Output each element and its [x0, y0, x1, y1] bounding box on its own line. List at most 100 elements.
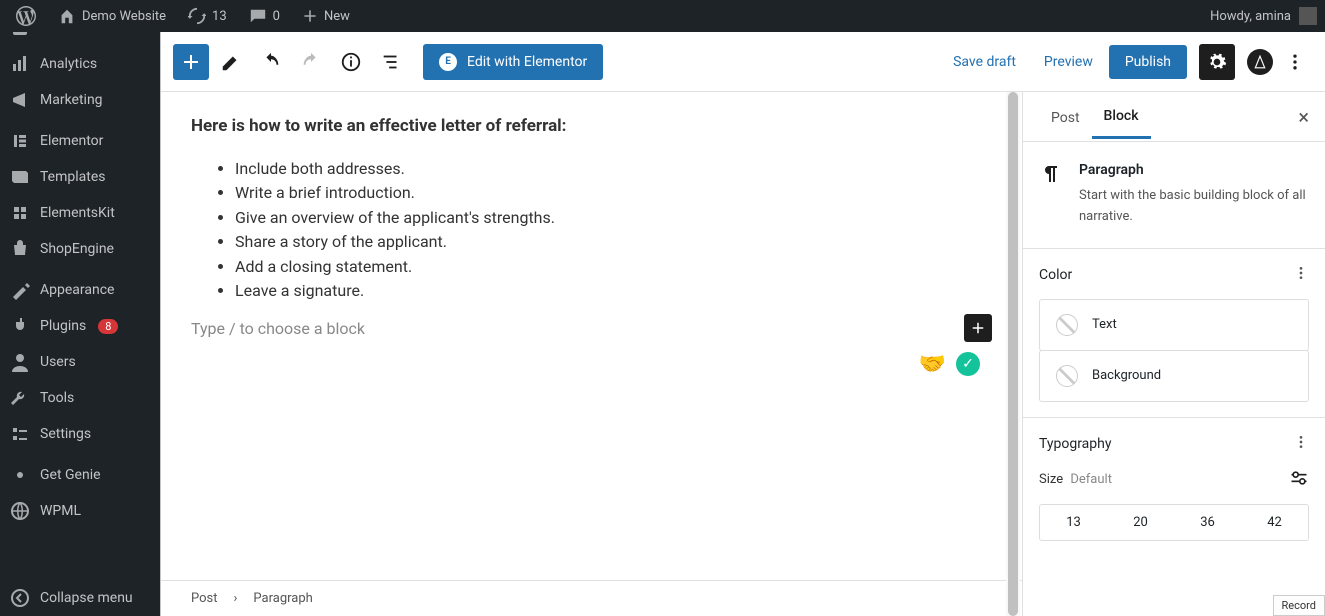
content-area: Here is how to write an effective letter… [161, 92, 1022, 616]
record-button[interactable]: Record [1273, 595, 1325, 616]
sidebar-item-shopengine[interactable]: ShopEngine [0, 231, 160, 267]
tab-block[interactable]: Block [1092, 94, 1151, 139]
save-draft-button[interactable]: Save draft [941, 46, 1028, 78]
info-button[interactable] [333, 44, 369, 80]
redo-button[interactable] [293, 44, 329, 80]
color-title: Color [1039, 267, 1072, 283]
inline-add-block-button[interactable] [964, 314, 992, 342]
color-options-button[interactable] [1293, 265, 1309, 285]
sidebar-item-elementskit[interactable]: ElementsKit [0, 195, 160, 231]
text-swatch [1056, 314, 1078, 336]
site-name: Demo Website [82, 9, 166, 24]
admin-sidebar: Products Analytics Marketing Elementor T… [0, 32, 160, 616]
sidebar-item-products[interactable]: Products [0, 32, 160, 46]
sidebar-item-label: Products [40, 32, 96, 36]
more-options-button[interactable] [1277, 44, 1313, 80]
edit-mode-button[interactable] [213, 44, 249, 80]
paragraph-icon [1039, 162, 1063, 228]
grammarly-icon[interactable]: ✓ [956, 352, 980, 376]
sidebar-item-getgenie[interactable]: Get Genie [0, 457, 160, 493]
add-block-button[interactable] [173, 44, 209, 80]
size-presets: 13 20 36 42 [1039, 504, 1309, 541]
content-list[interactable]: Include both addresses. Write a brief in… [191, 158, 992, 302]
collapse-menu[interactable]: Collapse menu [0, 580, 160, 616]
size-value: Default [1070, 472, 1112, 487]
tab-post[interactable]: Post [1039, 96, 1092, 138]
sidebar-item-users[interactable]: Users [0, 344, 160, 380]
typography-options-button[interactable] [1293, 434, 1309, 454]
sidebar-item-settings[interactable]: Settings [0, 416, 160, 452]
size-preset[interactable]: 13 [1040, 505, 1107, 540]
plugins-badge: 8 [98, 319, 118, 334]
list-item[interactable]: Write a brief introduction. [235, 182, 992, 204]
breadcrumb-current[interactable]: Paragraph [253, 591, 312, 606]
custom-size-button[interactable] [1289, 468, 1309, 492]
sidebar-item-label: ElementsKit [40, 205, 115, 221]
elementor-icon: E [439, 53, 457, 71]
avatar[interactable] [1299, 7, 1317, 25]
sidebar-item-wpml[interactable]: WPML [0, 493, 160, 529]
list-item[interactable]: Add a closing statement. [235, 256, 992, 278]
elementor-label: Edit with Elementor [467, 54, 587, 70]
handshake-icon[interactable]: 🤝 [919, 352, 946, 377]
comments-count: 0 [273, 9, 280, 24]
comments-link[interactable]: 0 [241, 7, 288, 25]
updates-link[interactable]: 13 [180, 7, 235, 25]
updates-count: 13 [212, 9, 227, 24]
publish-button[interactable]: Publish [1109, 45, 1187, 79]
editor-toolbar: EEdit with Elementor Save draft Preview … [161, 32, 1325, 92]
floating-helpers: 🤝 ✓ [919, 352, 980, 377]
astra-button[interactable] [1247, 49, 1273, 75]
sidebar-item-templates[interactable]: Templates [0, 159, 160, 195]
outline-button[interactable] [373, 44, 409, 80]
sidebar-item-appearance[interactable]: Appearance [0, 272, 160, 308]
sidebar-item-label: Plugins [40, 318, 86, 334]
size-preset[interactable]: 42 [1241, 505, 1308, 540]
sidebar-item-analytics[interactable]: Analytics [0, 46, 160, 82]
sidebar-item-label: Templates [40, 169, 106, 185]
sidebar-item-label: Users [40, 354, 76, 370]
sidebar-item-plugins[interactable]: Plugins 8 [0, 308, 160, 344]
site-name-link[interactable]: Demo Website [50, 7, 174, 25]
close-inspector-button[interactable]: × [1298, 105, 1309, 129]
sidebar-item-elementor[interactable]: Elementor [0, 123, 160, 159]
settings-button[interactable] [1199, 44, 1235, 80]
list-item[interactable]: Leave a signature. [235, 280, 992, 302]
editor: EEdit with Elementor Save draft Preview … [160, 32, 1325, 616]
text-color-button[interactable]: Text [1039, 299, 1309, 351]
collapse-label: Collapse menu [40, 590, 133, 606]
elementor-button[interactable]: E Edit with Elementor [423, 44, 603, 80]
new-label: New [324, 9, 350, 24]
new-link[interactable]: New [294, 8, 358, 24]
list-item[interactable]: Share a story of the applicant. [235, 231, 992, 253]
sidebar-item-tools[interactable]: Tools [0, 380, 160, 416]
typography-title: Typography [1039, 436, 1111, 452]
size-preset[interactable]: 36 [1174, 505, 1241, 540]
sidebar-item-label: ShopEngine [40, 241, 114, 257]
block-description: Start with the basic building block of a… [1079, 186, 1309, 228]
sidebar-item-label: WPML [40, 503, 81, 519]
size-label: Size [1039, 472, 1063, 487]
background-color-button[interactable]: Background [1039, 350, 1309, 402]
block-name: Paragraph [1079, 162, 1309, 178]
breadcrumb-root[interactable]: Post [191, 591, 218, 606]
preview-button[interactable]: Preview [1032, 46, 1105, 78]
wp-logo[interactable] [8, 6, 44, 26]
sidebar-item-label: Marketing [40, 92, 103, 108]
typography-section: Typography Size Default 13 20 36 42 [1023, 417, 1325, 557]
sidebar-item-marketing[interactable]: Marketing [0, 82, 160, 118]
list-item[interactable]: Include both addresses. [235, 158, 992, 180]
howdy-text[interactable]: Howdy, amina [1210, 9, 1291, 24]
inspector-tabs: Post Block × [1023, 92, 1325, 142]
scrollbar[interactable] [1006, 92, 1020, 616]
block-placeholder[interactable]: Type / to choose a block [191, 319, 365, 338]
list-item[interactable]: Give an overview of the applicant's stre… [235, 207, 992, 229]
content-heading[interactable]: Here is how to write an effective letter… [191, 116, 992, 136]
undo-button[interactable] [253, 44, 289, 80]
color-label: Background [1092, 368, 1161, 383]
sidebar-item-label: Analytics [40, 56, 97, 72]
admin-bar: Demo Website 13 0 New Howdy, amina [0, 0, 1325, 32]
color-label: Text [1092, 317, 1117, 332]
sidebar-item-label: Get Genie [40, 467, 101, 483]
size-preset[interactable]: 20 [1107, 505, 1174, 540]
